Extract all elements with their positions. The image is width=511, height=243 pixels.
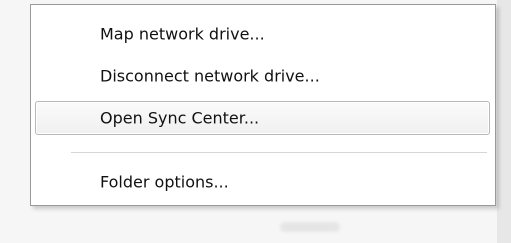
menu-item-folder-options[interactable]: Folder options...: [35, 165, 490, 199]
background-window-edge: [497, 0, 511, 243]
menu-item-label: Disconnect network drive...: [100, 66, 320, 86]
menu-item-label: Map network drive...: [100, 24, 265, 44]
context-menu: Map network drive... Disconnect network …: [30, 4, 496, 206]
menu-item-map-network-drive[interactable]: Map network drive...: [35, 17, 490, 51]
menu-item-label: Folder options...: [100, 172, 229, 192]
menu-item-disconnect-network-drive[interactable]: Disconnect network drive...: [35, 59, 490, 93]
background-text-line: [280, 222, 340, 232]
menu-item-open-sync-center[interactable]: Open Sync Center...: [35, 101, 490, 135]
menu-item-label: Open Sync Center...: [100, 108, 260, 128]
menu-separator: [71, 152, 487, 154]
screen: Map network drive... Disconnect network …: [0, 0, 511, 243]
